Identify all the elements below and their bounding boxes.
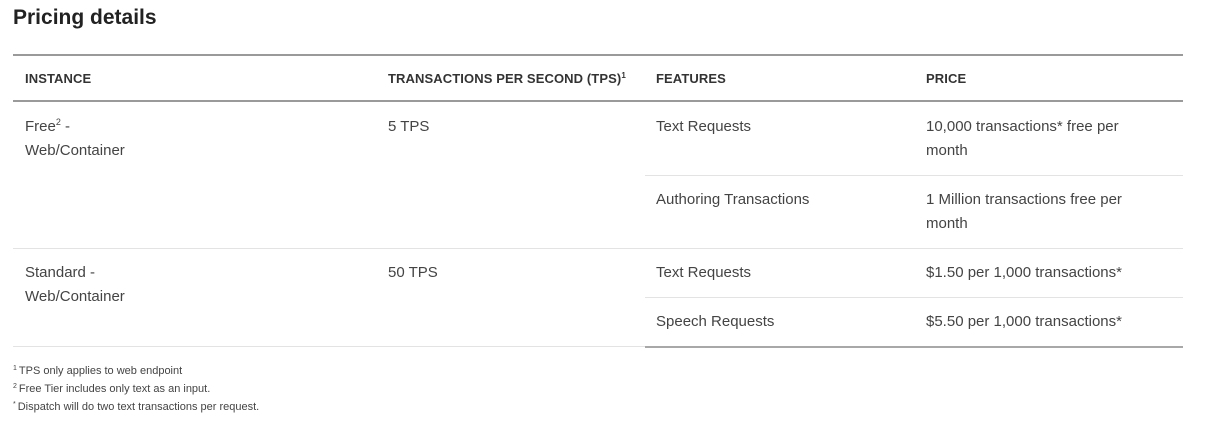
row-standard-tps: 50 TPS — [388, 264, 438, 281]
row-standard-instance-type: Web/Container — [25, 288, 125, 305]
row-divider — [13, 248, 1183, 249]
row-free-feature-2: Authoring Transactions — [656, 191, 810, 208]
header-tps: TRANSACTIONS PER SECOND (TPS)1 — [388, 71, 626, 86]
footnote-2: 2 Free Tier includes only text as an inpu… — [13, 380, 259, 398]
row-free-feature-divider — [645, 175, 1183, 176]
row-free-instance-type: Web/Container — [25, 142, 125, 159]
table-header-rule — [13, 100, 1183, 102]
header-features: FEATURES — [656, 71, 726, 86]
header-tps-footnote-mark: 1 — [621, 71, 626, 80]
page-title: Pricing details — [13, 6, 157, 29]
row-standard-instance: Standard - Web/Container — [25, 261, 125, 309]
footnotes: 1 TPS only applies to web endpoint 2 Free … — [13, 362, 259, 416]
row-free-instance-name: Free — [25, 118, 56, 135]
footnote-2-text: Free Tier includes only text as an input… — [18, 383, 211, 395]
footnote-3: * Dispatch will do two text transactions … — [13, 398, 259, 416]
row-free-price-1: 10,000 transactions* free per month — [926, 115, 1119, 163]
footnote-1-mark: 1 — [13, 365, 17, 372]
footnote-3-mark: * — [13, 401, 16, 408]
header-tps-label: TRANSACTIONS PER SECOND (TPS) — [388, 71, 622, 86]
row-free-tps: 5 TPS — [388, 118, 430, 135]
footnote-2-mark: 2 — [13, 383, 17, 390]
table-bottom-rule-light — [13, 346, 645, 347]
row-free-price-2-line2: month — [926, 215, 968, 232]
row-free-feature-1: Text Requests — [656, 118, 752, 135]
table-bottom-rule-strong — [645, 346, 1183, 348]
row-free-price-2: 1 Million transactions free per month — [926, 188, 1122, 236]
row-standard-price-1: $1.50 per 1,000 transactions* — [926, 264, 1122, 281]
header-instance: INSTANCE — [25, 71, 92, 86]
row-standard-price-2: $5.50 per 1,000 transactions* — [926, 313, 1122, 330]
pricing-page: Pricing details INSTANCE TRANSACTIONS PE… — [0, 0, 1212, 429]
footnote-1-text: TPS only applies to web endpoint — [18, 365, 183, 377]
row-free-instance: Free2 - Web/Container — [25, 115, 125, 163]
footnote-1: 1 TPS only applies to web endpoint — [13, 362, 259, 380]
table-top-rule — [13, 54, 1183, 56]
row-free-price-1-line2: month — [926, 142, 968, 159]
row-free-instance-suffix: - — [60, 118, 71, 135]
row-standard-feature-2: Speech Requests — [656, 313, 775, 330]
row-standard-instance-name: Standard - — [25, 264, 96, 281]
footnote-3-text: Dispatch will do two text transactions p… — [17, 401, 260, 413]
row-standard-feature-1: Text Requests — [656, 264, 752, 281]
row-free-price-2-line1: 1 Million transactions free per — [926, 191, 1122, 208]
row-standard-feature-divider — [645, 297, 1183, 298]
header-price: PRICE — [926, 71, 967, 86]
row-free-price-1-line1: 10,000 transactions* free per — [926, 118, 1119, 135]
